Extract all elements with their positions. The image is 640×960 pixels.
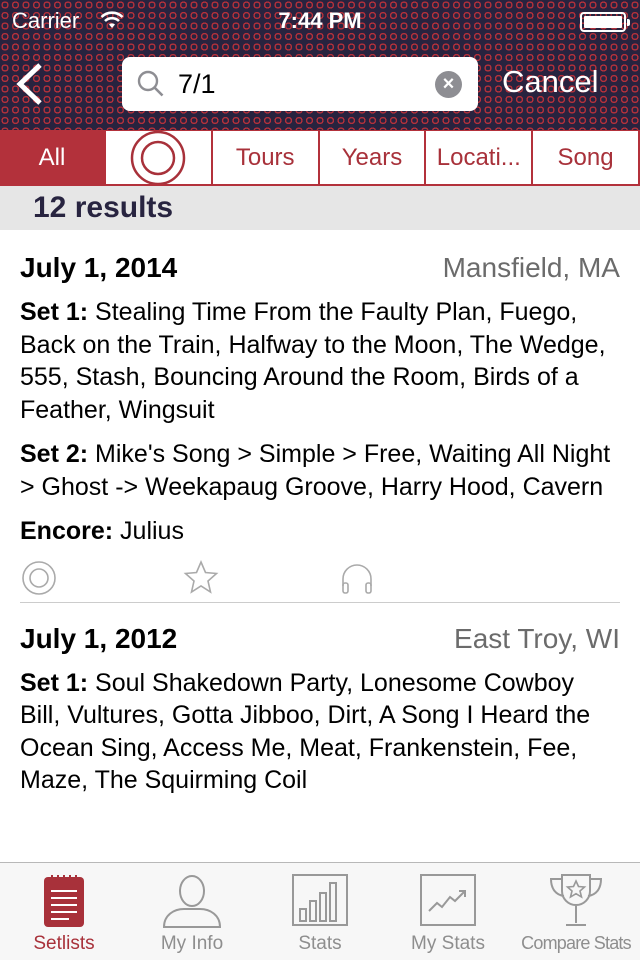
trophy-icon [549, 874, 603, 926]
show-item[interactable]: July 1, 2014 Mansfield, MA Set 1: Stealin… [0, 230, 640, 603]
set-label: Set 1: [20, 668, 89, 697]
show-date: July 1, 2012 [20, 622, 178, 654]
tab-label: Compare Stats [521, 933, 631, 953]
show-list[interactable]: July 1, 2014 Mansfield, MA Set 1: Stealin… [0, 230, 640, 862]
set-list: Set 2: Mike's Song > Simple > Free, Wait… [20, 438, 620, 503]
set-list: Set 1: Soul Shakedown Party, Lonesome Co… [20, 667, 620, 797]
tab-my-stats[interactable]: My Stats [384, 863, 512, 960]
filter-locations[interactable]: Locati... [426, 131, 532, 184]
filter-segmented-control: All Tours Years Locati... Song [0, 130, 640, 186]
status-bar: Carrier 7:44 PM [0, 6, 640, 36]
set-list: Encore: Julius [20, 515, 620, 548]
show-actions [20, 554, 620, 602]
show-date: July 1, 2014 [20, 252, 178, 283]
bar-chart-icon [292, 874, 348, 926]
cancel-button[interactable]: Cancel [502, 64, 599, 100]
show-location: Mansfield, MA [442, 252, 620, 283]
tab-compare-stats[interactable]: Compare Stats [512, 863, 640, 960]
back-button[interactable] [14, 62, 44, 106]
set-songs: Julius [120, 517, 184, 545]
filter-phish-logo[interactable] [106, 131, 211, 184]
set-label: Encore: [20, 517, 114, 545]
set-songs: Stealing Time From the Faulty Plan, Fueg… [20, 298, 606, 424]
attended-icon[interactable] [20, 559, 58, 597]
results-count: 12 results [0, 186, 640, 230]
tab-label: Stats [298, 933, 342, 954]
star-icon[interactable] [182, 559, 220, 597]
search-input[interactable]: 7/1 × [122, 57, 478, 111]
tab-stats[interactable]: Stats [256, 863, 384, 960]
line-chart-icon [420, 874, 476, 926]
filter-all[interactable]: All [0, 131, 104, 184]
headphones-icon[interactable] [338, 559, 376, 597]
clear-icon[interactable]: × [435, 71, 462, 98]
header: Carrier 7:44 PM 7/1 × Cancel [0, 0, 640, 130]
tab-setlists[interactable]: Setlists [0, 863, 128, 960]
person-icon [162, 875, 222, 928]
tab-bar: Setlists My Info Stats My Stats Compare … [0, 862, 640, 960]
search-value: 7/1 [178, 69, 216, 99]
filter-song[interactable]: Song [533, 131, 638, 184]
search-icon [137, 70, 164, 97]
tab-label: My Info [160, 933, 224, 954]
filter-years[interactable]: Years [319, 131, 425, 184]
phish-logo-icon [131, 131, 186, 184]
set-songs: Soul Shakedown Party, Lonesome Cowboy Bi… [20, 668, 591, 795]
set-songs: Mike's Song > Simple > Free, Waiting All… [20, 440, 611, 501]
battery-icon [580, 12, 630, 32]
set-label: Set 1: [20, 298, 89, 326]
show-item[interactable]: July 1, 2012 East Troy, WI Set 1: Soul Sh… [0, 603, 640, 797]
filter-tours[interactable]: Tours [212, 131, 318, 184]
show-location: East Troy, WI [454, 622, 620, 654]
tab-label: Setlists [33, 933, 95, 954]
tab-label: My Stats [411, 933, 485, 954]
notepad-icon [44, 875, 84, 927]
set-list: Set 1: Stealing Time From the Faulty Pla… [20, 296, 620, 426]
clock: 7:44 PM [278, 8, 362, 33]
set-label: Set 2: [20, 440, 89, 468]
tab-my-info[interactable]: My Info [128, 863, 256, 960]
